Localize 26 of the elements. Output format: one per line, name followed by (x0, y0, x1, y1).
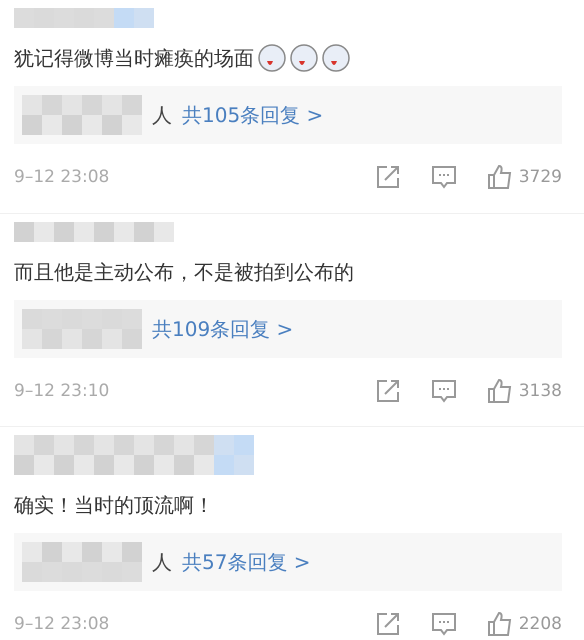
replies-link[interactable]: 共57条回复 > (182, 548, 311, 576)
like-count: 3138 (518, 381, 562, 401)
thumbs-up-icon[interactable] (486, 164, 513, 190)
comment-icon[interactable] (430, 164, 457, 190)
replier-suffix: 人 (152, 548, 172, 576)
comment-icon[interactable] (430, 378, 457, 404)
replier-suffix: 人 (152, 102, 172, 128)
thumbs-up-icon[interactable] (486, 378, 513, 404)
replies-link[interactable]: 共109条回复 > (152, 316, 294, 342)
like-count: 3729 (518, 167, 562, 187)
comment-text: 而且他是主动公布，不是被拍到公布的 (14, 258, 354, 286)
thumbs-up-icon[interactable] (486, 611, 513, 637)
like-count: 2208 (518, 614, 562, 634)
comment-text: 犹记得微博当时瘫痪的场面 (14, 44, 254, 72)
replies-link[interactable]: 共105条回复 > (182, 102, 324, 128)
timestamp: 9–12 23:08 (14, 167, 110, 187)
emoji-icon (290, 44, 318, 72)
timestamp: 9–12 23:08 (14, 614, 110, 634)
comment-icon[interactable] (430, 611, 457, 637)
emoji-icon (322, 44, 350, 72)
emoji-icon (258, 44, 286, 72)
comment-text: 确实！当时的顶流啊！ (14, 492, 214, 518)
timestamp: 9–12 23:10 (14, 381, 110, 401)
share-icon[interactable] (374, 611, 401, 637)
share-icon[interactable] (374, 164, 401, 190)
share-icon[interactable] (374, 378, 401, 404)
